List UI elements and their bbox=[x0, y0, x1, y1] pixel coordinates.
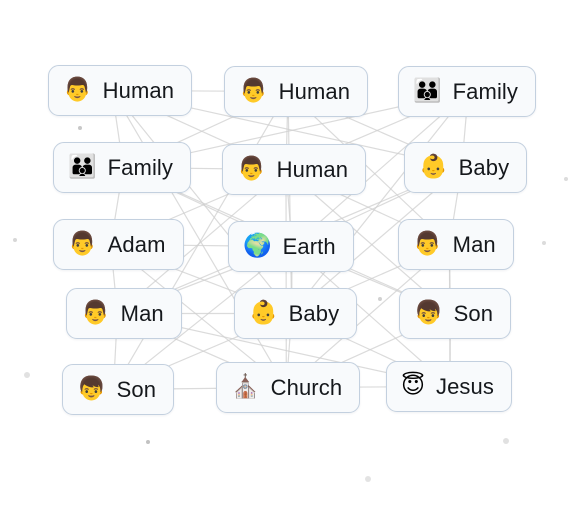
man-face-emoji: 👨 bbox=[63, 77, 92, 103]
man-face-emoji: 👨 bbox=[239, 78, 268, 104]
element-card-label: Man bbox=[452, 231, 496, 257]
element-card-human-4[interactable]: 👨 Human bbox=[222, 144, 367, 195]
element-card-baby-5[interactable]: 👶 Baby bbox=[404, 142, 528, 193]
element-card-label: Family bbox=[452, 78, 519, 104]
element-card-label: Human bbox=[278, 78, 351, 104]
baby-face-emoji: 👶 bbox=[249, 300, 278, 326]
element-card-man-9[interactable]: 👨 Man bbox=[66, 288, 182, 339]
element-card-label: Adam bbox=[107, 231, 166, 257]
smiling-face-halo-emoji: 😇 bbox=[401, 373, 425, 399]
family-couple-emoji: 👪 bbox=[68, 154, 97, 180]
element-card-son-12[interactable]: 👦 Son bbox=[62, 364, 175, 415]
church-emoji: ⛪ bbox=[231, 374, 260, 400]
element-card-church-13[interactable]: ⛪ Church bbox=[216, 362, 361, 413]
boy-face-emoji: 👦 bbox=[414, 300, 443, 326]
element-card-label: Family bbox=[107, 154, 174, 180]
man-face-emoji: 👨 bbox=[413, 231, 442, 257]
element-card-label: Man bbox=[120, 300, 164, 326]
man-face-emoji: 👨 bbox=[81, 300, 110, 326]
element-card-jesus-14[interactable]: 😇 Jesus bbox=[386, 361, 512, 412]
element-card-earth-7[interactable]: 🌍 Earth bbox=[228, 221, 354, 272]
element-card-label: Church bbox=[270, 374, 343, 400]
element-card-human-0[interactable]: 👨 Human bbox=[48, 65, 193, 116]
element-card-label: Baby bbox=[458, 154, 510, 180]
element-card-label: Son bbox=[453, 300, 494, 326]
element-card-label: Earth bbox=[282, 233, 336, 259]
boy-face-emoji: 👦 bbox=[77, 376, 106, 402]
element-card-human-1[interactable]: 👨 Human bbox=[224, 66, 369, 117]
element-card-label: Human bbox=[102, 77, 175, 103]
element-card-family-3[interactable]: 👪 Family bbox=[53, 142, 192, 193]
element-card-baby-10[interactable]: 👶 Baby bbox=[234, 288, 358, 339]
element-card-man-8[interactable]: 👨 Man bbox=[398, 219, 514, 270]
element-card-label: Baby bbox=[288, 300, 340, 326]
element-card-family-2[interactable]: 👪 Family bbox=[398, 66, 537, 117]
element-card-label: Human bbox=[276, 156, 349, 182]
man-face-emoji: 👨 bbox=[237, 156, 266, 182]
element-card-label: Jesus bbox=[435, 373, 494, 399]
element-cards-layer[interactable]: 👨 Human 👨 Human 👪 Family 👪 Family 👨 Human 👶 Baby 👨 Ad… bbox=[0, 0, 587, 510]
craft-board[interactable]: 👨 Human 👨 Human 👪 Family 👪 Family 👨 Human 👶 Baby 👨 Ad… bbox=[0, 0, 587, 510]
family-couple-emoji: 👪 bbox=[413, 78, 442, 104]
baby-face-emoji: 👶 bbox=[419, 154, 448, 180]
man-face-emoji: 👨 bbox=[68, 231, 97, 257]
element-card-son-11[interactable]: 👦 Son bbox=[399, 288, 512, 339]
element-card-label: Son bbox=[116, 376, 157, 402]
earth-globe-emoji: 🌍 bbox=[243, 233, 272, 259]
element-card-adam-6[interactable]: 👨 Adam bbox=[53, 219, 184, 270]
